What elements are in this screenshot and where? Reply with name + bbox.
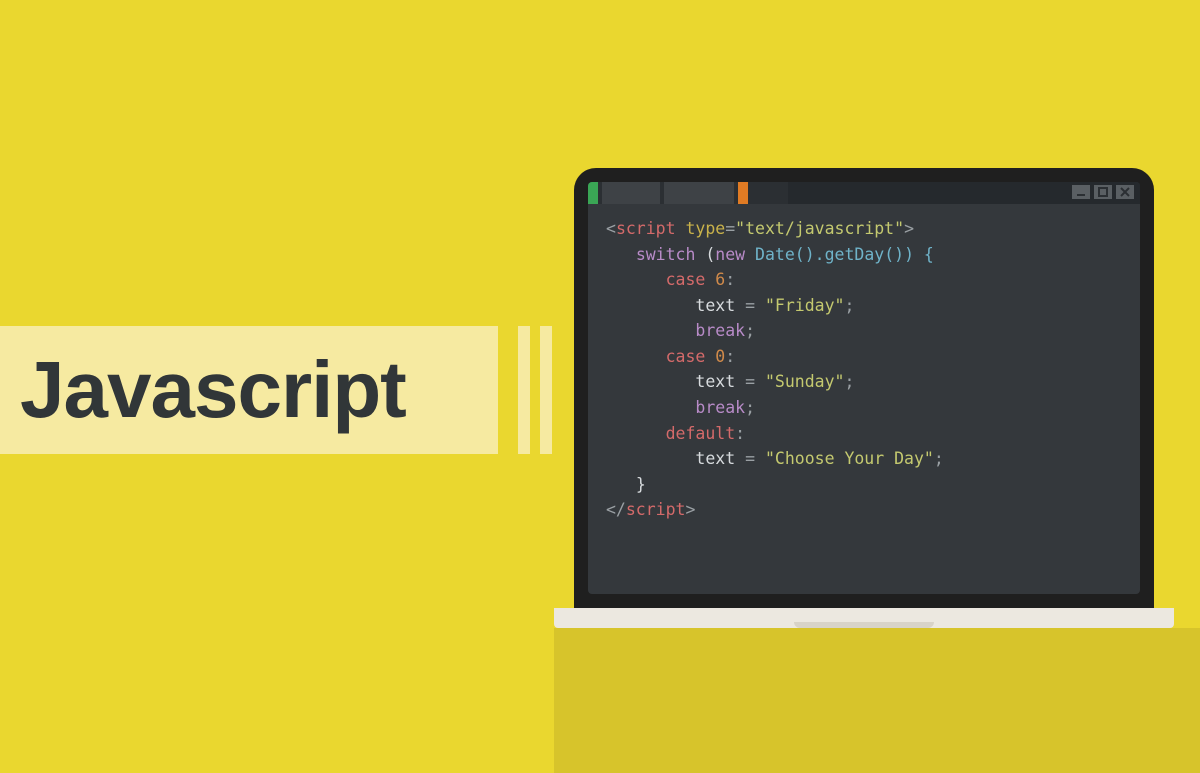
code-token: [745, 245, 755, 264]
code-token: type: [685, 219, 725, 238]
code-token: default: [666, 424, 736, 443]
code-token: ;: [844, 296, 854, 315]
code-token: =: [725, 219, 735, 238]
code-token: <: [606, 219, 616, 238]
code-token: text: [695, 296, 735, 315]
code-token: (: [695, 245, 715, 264]
code-token: ().getDay()) {: [795, 245, 934, 264]
stage: Javascript: [0, 0, 1200, 773]
code-token: break: [695, 321, 745, 340]
code-token: text: [695, 449, 735, 468]
laptop: <script type="text/javascript"> switch (…: [554, 168, 1174, 628]
code-token: Sunday: [775, 372, 835, 391]
laptop-bezel: <script type="text/javascript"> switch (…: [574, 168, 1154, 608]
stripe-decor: [540, 326, 552, 454]
editor-tab[interactable]: [664, 182, 734, 204]
code-token: break: [695, 398, 745, 417]
code-token: :: [725, 270, 735, 289]
code-token: case: [666, 270, 706, 289]
minimize-icon: [1076, 187, 1086, 197]
code-token: ;: [745, 321, 755, 340]
code-token: ;: [934, 449, 944, 468]
code-token: [705, 347, 715, 366]
page-title: Javascript: [20, 344, 406, 436]
stripe-decor: [518, 326, 530, 454]
code-token: Choose Your Day: [775, 449, 924, 468]
code-block: <script type="text/javascript"> switch (…: [588, 204, 1140, 531]
code-token: ": [765, 449, 775, 468]
code-token: ": [894, 219, 904, 238]
tab-indicator-active: [588, 182, 598, 204]
code-token: new: [715, 245, 745, 264]
code-token: script: [616, 219, 676, 238]
code-token: ": [765, 372, 775, 391]
code-token: ;: [745, 398, 755, 417]
laptop-shadow: [554, 628, 1200, 773]
code-token: =: [735, 372, 765, 391]
code-token: :: [725, 347, 735, 366]
code-token: Friday: [775, 296, 835, 315]
code-token: ": [765, 296, 775, 315]
editor-screen: <script type="text/javascript"> switch (…: [588, 182, 1140, 594]
code-token: }: [636, 475, 646, 494]
code-token: case: [666, 347, 706, 366]
code-token: Date: [755, 245, 795, 264]
code-token: =: [735, 449, 765, 468]
code-token: =: [735, 296, 765, 315]
minimize-button[interactable]: [1072, 185, 1090, 199]
code-token: >: [904, 219, 914, 238]
code-token: >: [685, 500, 695, 519]
window-controls: [1072, 185, 1134, 199]
code-token: script: [626, 500, 686, 519]
editor-tabbar: [588, 182, 1140, 204]
code-token: ": [924, 449, 934, 468]
code-token: ": [735, 219, 745, 238]
code-token: 0: [715, 347, 725, 366]
code-token: ;: [844, 372, 854, 391]
laptop-base: [554, 608, 1174, 628]
code-token: </: [606, 500, 626, 519]
maximize-icon: [1098, 187, 1108, 197]
editor-tab[interactable]: [602, 182, 660, 204]
code-token: [705, 270, 715, 289]
code-token: ": [835, 296, 845, 315]
maximize-button[interactable]: [1094, 185, 1112, 199]
code-token: 6: [715, 270, 725, 289]
code-token: :: [735, 424, 745, 443]
code-token: [676, 219, 686, 238]
close-button[interactable]: [1116, 185, 1134, 199]
close-icon: [1120, 187, 1130, 197]
code-token: ": [835, 372, 845, 391]
tab-indicator-modified: [738, 182, 748, 204]
title-band: Javascript: [0, 326, 498, 454]
code-token: switch: [636, 245, 696, 264]
code-token: text/javascript: [745, 219, 894, 238]
code-token: text: [695, 372, 735, 391]
